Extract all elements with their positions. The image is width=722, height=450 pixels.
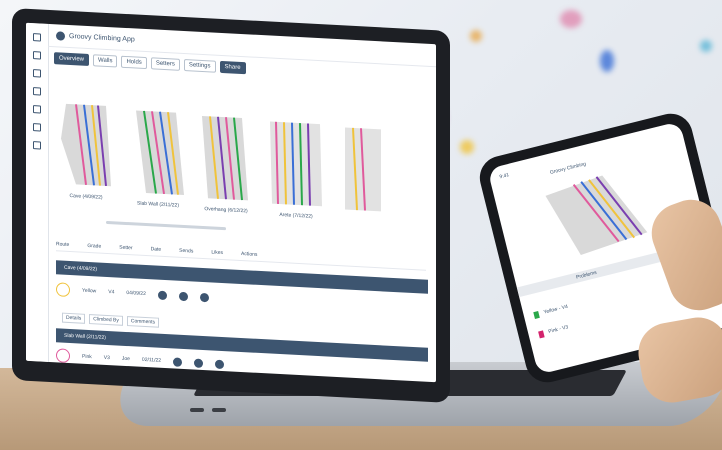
col-grade[interactable]: Grade	[87, 243, 101, 250]
usb-port	[190, 408, 204, 412]
climbing-hold	[560, 10, 582, 28]
phone-list-item[interactable]: Yellow - V4	[543, 304, 569, 316]
subtab-comments[interactable]: Comments	[126, 316, 160, 328]
tab-walls[interactable]: Walls	[93, 54, 118, 68]
phone-wall-image	[545, 175, 648, 256]
wall-label: Slab Wall (2/11/22)	[137, 200, 179, 209]
subtab-climbed-by[interactable]: Climbed By	[89, 314, 123, 326]
usb-port	[212, 408, 226, 412]
share-button[interactable]: Share	[219, 60, 246, 75]
climbing-hold	[600, 50, 614, 72]
phone-time: 9:41	[498, 172, 510, 181]
chart-icon[interactable]	[33, 123, 41, 132]
view-button[interactable]	[157, 290, 167, 300]
side-nav	[26, 22, 49, 362]
phone-section-title: Problems	[575, 269, 598, 281]
wall-gallery: Cave (4/09/22) Slab Wall (2/11/22) Overh…	[56, 84, 386, 221]
route-grade: V4	[108, 289, 115, 296]
route-date: 04/09/22	[126, 289, 146, 298]
tab-settings[interactable]: Settings	[183, 59, 216, 73]
edit-button[interactable]	[194, 358, 204, 368]
row-subtabs: Details Climbed By Comments	[62, 312, 160, 328]
wall-card[interactable]: Cave (4/09/22)	[56, 98, 116, 201]
route-setter: Joe	[121, 355, 130, 363]
route-color-indicator	[533, 311, 540, 320]
route-color-badge	[56, 282, 70, 298]
route-color-badge	[56, 348, 70, 364]
delete-button[interactable]	[199, 292, 209, 302]
list-icon[interactable]	[33, 87, 41, 96]
wall-card[interactable]	[341, 123, 381, 215]
wall-card[interactable]: Arete (7/12/22)	[266, 117, 326, 220]
wall-label: Arete (7/12/22)	[279, 212, 313, 220]
menu-icon[interactable]	[33, 33, 41, 42]
wall-card[interactable]: Overhang (6/12/22)	[196, 112, 256, 215]
wall-image	[61, 103, 111, 187]
wall-icon[interactable]	[33, 69, 41, 78]
col-actions[interactable]: Actions	[241, 251, 257, 258]
phone-title: Groovy Climbing	[549, 161, 587, 176]
laptop-screen: Groovy Climbing App Overview Walls Holds…	[12, 8, 450, 403]
phone-list-item[interactable]: Pink - V3	[548, 324, 569, 335]
app-title: Groovy Climbing App	[69, 32, 135, 43]
edit-button[interactable]	[178, 291, 188, 301]
home-icon[interactable]	[33, 51, 41, 60]
wall-label: Cave (4/09/22)	[69, 193, 103, 201]
wall-image	[270, 121, 322, 207]
route-color-indicator	[538, 330, 545, 339]
user-icon[interactable]	[33, 105, 41, 114]
tab-setters[interactable]: Setters	[150, 57, 180, 71]
col-sends[interactable]: Sends	[179, 248, 193, 255]
climbing-hold	[470, 30, 482, 42]
gallery-scrollbar[interactable]	[106, 220, 226, 231]
route-grade: V3	[103, 354, 110, 362]
climbing-hold	[460, 140, 474, 154]
route-date: 02/11/22	[141, 356, 162, 364]
col-date[interactable]: Date	[151, 246, 162, 253]
settings-icon[interactable]	[33, 141, 41, 150]
col-setter[interactable]: Setter	[119, 245, 132, 252]
wall-card[interactable]: Slab Wall (2/11/22)	[128, 106, 188, 209]
tab-overview[interactable]: Overview	[54, 52, 90, 67]
wall-image	[136, 110, 184, 196]
subtab-details[interactable]: Details	[62, 312, 86, 324]
group-title: Slab Wall (2/11/22)	[64, 332, 106, 341]
climbing-hold	[700, 40, 712, 52]
col-route[interactable]: Route	[56, 241, 69, 248]
delete-button[interactable]	[215, 359, 225, 369]
col-likes[interactable]: Likes	[211, 249, 223, 256]
tab-holds[interactable]: Holds	[121, 55, 147, 70]
app-logo	[56, 30, 65, 41]
route-name: Yellow	[82, 287, 97, 295]
wall-image	[202, 115, 248, 201]
app-display: Groovy Climbing App Overview Walls Holds…	[26, 22, 436, 383]
group-title: Cave (4/09/22)	[64, 264, 98, 273]
wall-image	[345, 127, 381, 212]
view-button[interactable]	[173, 356, 183, 367]
wall-label: Overhang (6/12/22)	[204, 206, 248, 215]
route-name: Pink	[82, 353, 92, 361]
